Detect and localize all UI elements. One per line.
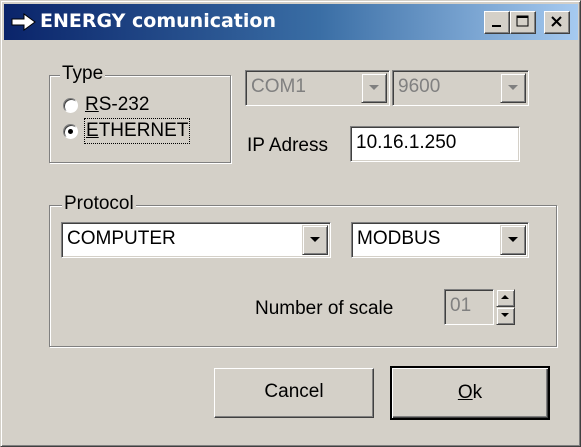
ok-button-label: Ok xyxy=(457,382,483,403)
com-port-value: COM1 xyxy=(251,76,306,97)
ip-address-label: IP Adress xyxy=(247,135,328,156)
chevron-down-icon xyxy=(508,237,518,242)
radio-ethernet-label: ETHERNET xyxy=(83,118,191,144)
minimize-button[interactable] xyxy=(484,11,510,34)
minimize-icon xyxy=(492,25,501,27)
cancel-button-label: Cancel xyxy=(264,381,324,402)
maximize-icon xyxy=(516,15,529,27)
arrow-down-icon xyxy=(501,313,509,317)
close-button[interactable] xyxy=(544,11,570,34)
type-group-legend: Type xyxy=(60,63,106,84)
com-port-dropdown-button[interactable] xyxy=(361,73,387,103)
device-dropdown-button[interactable] xyxy=(302,225,328,255)
device-value: COMPUTER xyxy=(67,228,176,249)
scale-label: Number of scale xyxy=(255,298,394,319)
chevron-down-icon xyxy=(369,85,379,90)
ok-button[interactable]: Ok xyxy=(390,366,550,420)
chevron-down-icon xyxy=(508,85,518,90)
scale-input[interactable]: 01 xyxy=(444,289,494,325)
protocol-value: MODBUS xyxy=(357,228,441,249)
scale-spin-up[interactable] xyxy=(496,289,515,307)
cancel-button[interactable]: Cancel xyxy=(214,368,374,418)
chevron-down-icon xyxy=(310,237,320,242)
arrow-right-icon xyxy=(11,13,36,31)
title-bar[interactable]: ENERGY comunication xyxy=(4,4,578,40)
ip-address-value: 10.16.1.250 xyxy=(356,132,457,153)
com-port-select[interactable]: COM1 xyxy=(245,70,390,106)
ip-address-input[interactable]: 10.16.1.250 xyxy=(350,126,520,162)
radio-button[interactable] xyxy=(63,98,78,113)
protocol-select[interactable]: MODBUS xyxy=(351,222,529,258)
scale-value: 01 xyxy=(450,295,472,316)
arrow-up-icon xyxy=(501,295,509,299)
dialog-window: ENERGY comunication Type RS-232 ETHERNET… xyxy=(0,0,581,447)
close-icon xyxy=(551,16,562,27)
baud-rate-select[interactable]: 9600 xyxy=(392,70,529,106)
maximize-button[interactable] xyxy=(510,11,536,34)
baud-rate-dropdown-button[interactable] xyxy=(500,73,526,103)
baud-rate-value: 9600 xyxy=(398,76,441,97)
radio-rs232-label: RS-232 xyxy=(85,94,150,115)
window-title: ENERGY comunication xyxy=(40,10,276,32)
type-groupbox: Type RS-232 ETHERNET xyxy=(49,64,231,163)
radio-button-checked[interactable] xyxy=(63,124,78,139)
protocol-dropdown-button[interactable] xyxy=(500,225,526,255)
scale-spin-down[interactable] xyxy=(496,307,515,325)
device-select[interactable]: COMPUTER xyxy=(61,222,331,258)
protocol-group-legend: Protocol xyxy=(62,193,136,214)
